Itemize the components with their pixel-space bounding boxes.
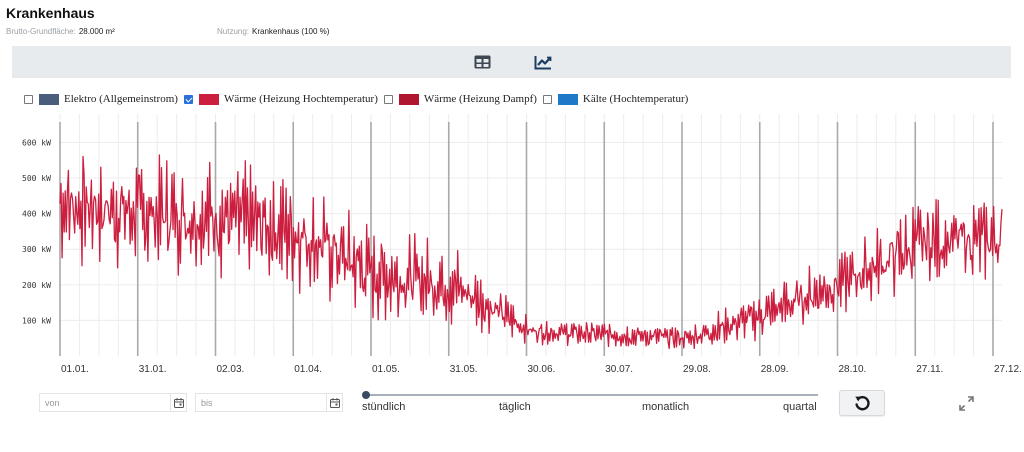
x-tick-label: 27.12. bbox=[994, 364, 1022, 375]
fullscreen-button[interactable] bbox=[958, 395, 974, 411]
x-tick-label: 28.10. bbox=[839, 364, 867, 375]
x-tick-label: 30.06. bbox=[528, 364, 556, 375]
legend-swatch-waerme-hochtemperatur bbox=[198, 93, 219, 105]
x-tick-label: 31.01. bbox=[139, 364, 167, 375]
legend-label-waerme-dampf: Wärme (Heizung Dampf) bbox=[423, 93, 537, 105]
table-view-button[interactable] bbox=[472, 53, 492, 71]
legend-checkbox-waerme-hochtemperatur[interactable] bbox=[183, 94, 193, 104]
y-tick-label: 600 kW bbox=[22, 138, 51, 147]
reset-button[interactable] bbox=[839, 390, 885, 416]
legend-swatch-kaelte bbox=[557, 93, 578, 105]
view-toolbar bbox=[12, 46, 1011, 78]
legend-swatch-waerme-dampf bbox=[398, 93, 419, 105]
y-tick-label: 500 kW bbox=[22, 174, 51, 183]
area-value: 28.000 m² bbox=[78, 27, 115, 36]
use-info: Nutzung: Krankenhaus (100 %) bbox=[217, 27, 329, 36]
use-label: Nutzung: bbox=[217, 27, 250, 36]
legend-item-waerme-dampf[interactable]: Wärme (Heizung Dampf) bbox=[383, 93, 537, 105]
y-tick-label: 200 kW bbox=[22, 281, 51, 290]
reset-icon bbox=[855, 396, 870, 411]
area-label: Brutto-Grundfläche: bbox=[6, 27, 76, 36]
resolution-slider-track[interactable] bbox=[366, 394, 818, 396]
use-value: Krankenhaus (100 %) bbox=[252, 27, 330, 36]
x-tick-label: 30.07. bbox=[605, 364, 633, 375]
chart-series bbox=[59, 154, 1003, 350]
x-tick-label: 29.08. bbox=[683, 364, 711, 375]
expand-icon bbox=[958, 395, 974, 411]
area-info: Brutto-Grundfläche: 28.000 m² bbox=[6, 27, 115, 36]
y-tick-label: 300 kW bbox=[22, 245, 51, 254]
legend-swatch-elektro bbox=[39, 93, 59, 105]
y-axis: 100 kW 200 kW 300 kW 400 kW 500 kW 600 kW bbox=[22, 138, 51, 325]
calendar-icon[interactable] bbox=[170, 394, 186, 411]
date-from-placeholder: von bbox=[45, 397, 60, 408]
resolution-option-daily[interactable]: täglich bbox=[499, 401, 531, 413]
date-from-input[interactable]: von bbox=[39, 393, 187, 412]
table-icon bbox=[474, 55, 490, 69]
date-to-placeholder: bis bbox=[201, 397, 213, 408]
legend-label-waerme-hochtemperatur: Wärme (Heizung Hochtemperatur) bbox=[223, 93, 378, 105]
x-tick-label: 27.11. bbox=[916, 364, 943, 375]
calendar-icon[interactable] bbox=[326, 394, 342, 411]
legend-checkbox-kaelte[interactable] bbox=[542, 94, 552, 104]
chart-view-button[interactable] bbox=[533, 53, 553, 71]
chart-legend: Elektro (Allgemeinstrom) Wärme (Heizung … bbox=[24, 92, 694, 106]
legend-item-waerme-hochtemperatur[interactable]: Wärme (Heizung Hochtemperatur) bbox=[183, 93, 378, 105]
legend-item-elektro[interactable]: Elektro (Allgemeinstrom) bbox=[24, 93, 178, 105]
x-axis: 01.01. 31.01. 02.03. 01.04. 01.05. 31.05. 30.0… bbox=[61, 364, 1022, 375]
legend-label-kaelte: Kälte (Hochtemperatur) bbox=[582, 93, 689, 105]
x-tick-label: 02.03. bbox=[217, 364, 245, 375]
x-tick-label: 28.09. bbox=[761, 364, 789, 375]
y-tick-label: 100 kW bbox=[22, 316, 51, 325]
x-tick-label: 31.05. bbox=[450, 364, 478, 375]
legend-item-kaelte[interactable]: Kälte (Hochtemperatur) bbox=[542, 93, 689, 105]
legend-label-elektro: Elektro (Allgemeinstrom) bbox=[64, 93, 178, 105]
resolution-option-quarterly[interactable]: quartal bbox=[783, 401, 817, 413]
x-tick-label: 01.01. bbox=[61, 364, 89, 375]
page-title: Krankenhaus bbox=[6, 5, 95, 21]
legend-checkbox-elektro[interactable] bbox=[24, 94, 33, 104]
consumption-line-chart: 100 kW 200 kW 300 kW 400 kW 500 kW 600 kW 01.… bbox=[22, 114, 1022, 375]
resolution-option-monthly[interactable]: monatlich bbox=[642, 401, 689, 413]
x-tick-label: 01.05. bbox=[372, 364, 400, 375]
resolution-option-hourly[interactable]: stündlich bbox=[362, 401, 405, 413]
legend-checkbox-waerme-dampf[interactable] bbox=[383, 94, 393, 104]
line-chart-icon bbox=[534, 55, 552, 69]
resolution-slider-handle[interactable] bbox=[362, 391, 370, 399]
y-tick-label: 400 kW bbox=[22, 210, 51, 219]
date-to-input[interactable]: bis bbox=[195, 393, 343, 412]
x-tick-label: 01.04. bbox=[294, 364, 322, 375]
series-line-waerme-hochtemperatur bbox=[59, 154, 1003, 350]
